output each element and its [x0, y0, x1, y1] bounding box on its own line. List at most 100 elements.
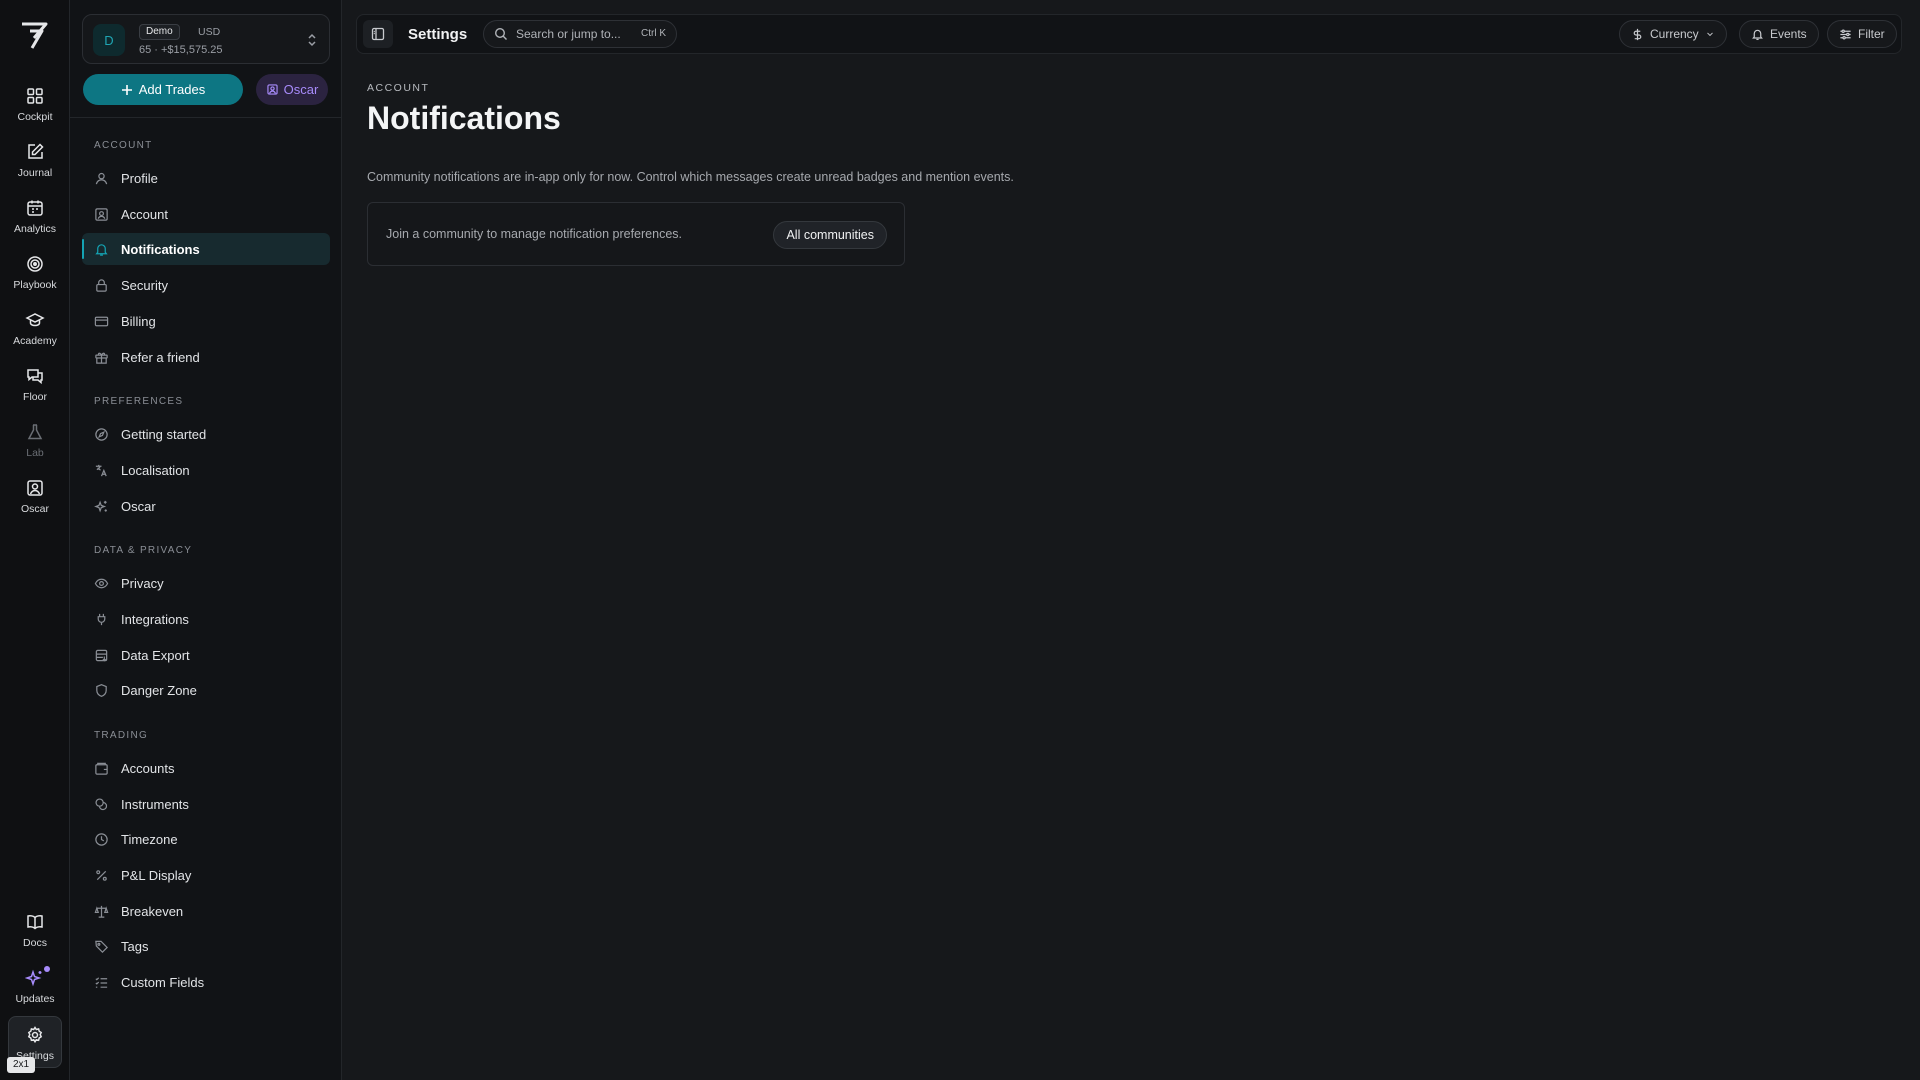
bell-icon	[95, 243, 108, 256]
nav-label: Integrations	[121, 611, 189, 627]
rail-item-cockpit[interactable]: Cockpit	[8, 78, 62, 130]
rail-item-oscar[interactable]: Oscar	[8, 470, 62, 522]
nav-item-getting-started[interactable]: Getting started	[82, 418, 330, 450]
avatar: D	[93, 24, 125, 56]
rail-label: Floor	[23, 391, 47, 403]
app-logo-icon[interactable]	[18, 18, 52, 52]
gift-icon	[95, 352, 108, 364]
zoom-badge: 2x1	[7, 1057, 36, 1073]
plug-icon	[97, 613, 106, 625]
section-label-trading: TRADING	[94, 730, 149, 741]
section-label-preferences: PREFERENCES	[94, 396, 184, 407]
flask-icon	[27, 424, 43, 440]
section-label-data-privacy: DATA & PRIVACY	[94, 545, 193, 556]
nav-item-instruments[interactable]: Instruments	[82, 788, 330, 820]
rail-item-docs[interactable]: Docs	[8, 904, 62, 956]
page-title: Notifications	[367, 100, 561, 136]
nav-item-profile[interactable]: Profile	[82, 162, 330, 194]
rail-label: Docs	[23, 937, 47, 949]
section-label-account: ACCOUNT	[94, 140, 153, 151]
currency-label: Currency	[1650, 27, 1699, 41]
nav-item-privacy[interactable]: Privacy	[82, 567, 330, 599]
rail-item-journal[interactable]: Journal	[8, 134, 62, 186]
all-communities-button[interactable]: All communities	[773, 221, 887, 249]
target-icon	[27, 256, 43, 272]
translate-icon	[95, 464, 107, 476]
rail-label: Playbook	[13, 279, 57, 291]
database-icon	[95, 649, 108, 662]
rail-item-playbook[interactable]: Playbook	[8, 246, 62, 298]
nav-item-account[interactable]: Account	[82, 198, 330, 230]
account-switcher[interactable]: D Demo USD 65 · +$15,575.25	[82, 14, 330, 64]
nav-label: Account	[121, 206, 168, 222]
coins-icon	[95, 797, 108, 810]
sparkles-icon	[25, 969, 42, 987]
rail-label: Academy	[13, 335, 57, 347]
chevron-updown-icon	[308, 33, 316, 47]
clock-icon	[95, 832, 108, 846]
nav-label: Refer a friend	[121, 349, 200, 365]
nav-label: Breakeven	[121, 903, 184, 919]
empty-state-text: Join a community to manage notification …	[386, 227, 682, 241]
events-button[interactable]: Events	[1739, 20, 1819, 48]
scale-icon	[94, 905, 109, 918]
dollar-icon	[1633, 28, 1642, 40]
rail-label: Lab	[26, 447, 44, 459]
nav-item-billing[interactable]: Billing	[82, 305, 330, 337]
rail-label: Cockpit	[17, 111, 53, 123]
rail-label: Updates	[15, 993, 55, 1005]
sparkles-icon	[94, 499, 107, 513]
grid-icon	[27, 88, 43, 104]
nav-item-breakeven[interactable]: Breakeven	[82, 895, 330, 927]
nav-label: Data Export	[121, 647, 190, 663]
nav-label: Tags	[121, 938, 149, 954]
rail-item-floor[interactable]: Floor	[8, 358, 62, 410]
filter-label: Filter	[1858, 27, 1885, 41]
nav-item-custom-fields[interactable]: Custom Fields	[82, 966, 330, 998]
nav-item-security[interactable]: Security	[82, 269, 330, 301]
divider	[70, 117, 342, 118]
nav-item-tags[interactable]: Tags	[82, 930, 330, 962]
nav-item-timezone[interactable]: Timezone	[82, 823, 330, 855]
nav-label: Notifications	[121, 241, 200, 257]
rail-label: Analytics	[13, 223, 56, 235]
plus-icon	[121, 84, 132, 95]
nav-label: Security	[121, 277, 168, 293]
nav-item-danger-zone[interactable]: Danger Zone	[82, 674, 330, 706]
filter-button[interactable]: Filter	[1827, 20, 1897, 48]
bot-icon	[27, 480, 43, 496]
nav-item-data-export[interactable]: Data Export	[82, 639, 330, 671]
nav-item-accounts[interactable]: Accounts	[82, 752, 330, 784]
graduation-cap-icon	[25, 313, 45, 327]
nav-item-notifications[interactable]: Notifications	[82, 233, 330, 265]
nav-item-oscar[interactable]: Oscar	[82, 490, 330, 522]
rail-item-academy[interactable]: Academy	[8, 302, 62, 354]
nav-item-pl-display[interactable]: P&L Display	[82, 859, 330, 891]
chat-icon	[27, 369, 43, 385]
nav-item-integrations[interactable]: Integrations	[82, 603, 330, 635]
account-currency: USD	[198, 26, 221, 38]
eye-icon	[94, 578, 109, 588]
nav-label: Profile	[121, 170, 158, 186]
rail-item-lab[interactable]: Lab	[8, 414, 62, 466]
nav-item-refer-a-friend[interactable]: Refer a friend	[82, 341, 330, 373]
rail-item-analytics[interactable]: Analytics	[8, 190, 62, 242]
settings-sidebar: D Demo USD 65 · +$15,575.25 Add Trades O…	[70, 0, 342, 1080]
page-description: Community notifications are in-app only …	[367, 170, 1014, 184]
search-input[interactable]: Search or jump to... Ctrl K	[483, 20, 677, 48]
book-icon	[27, 915, 43, 930]
nav-label: Localisation	[121, 462, 190, 478]
search-placeholder: Search or jump to...	[516, 27, 621, 41]
nav-label: Instruments	[121, 796, 189, 812]
nav-item-localisation[interactable]: Localisation	[82, 454, 330, 486]
add-trades-button[interactable]: Add Trades	[83, 74, 243, 105]
shield-icon	[96, 683, 107, 697]
sidebar-toggle-button[interactable]	[363, 20, 393, 48]
rail-label: Journal	[17, 167, 53, 179]
page-title-topbar: Settings	[408, 26, 468, 43]
oscar-button[interactable]: Oscar	[256, 74, 328, 105]
nav-label: Oscar	[121, 498, 156, 514]
currency-dropdown[interactable]: Currency	[1619, 20, 1727, 48]
list-check-icon	[95, 976, 108, 988]
rail-item-updates[interactable]: Updates	[8, 960, 62, 1012]
